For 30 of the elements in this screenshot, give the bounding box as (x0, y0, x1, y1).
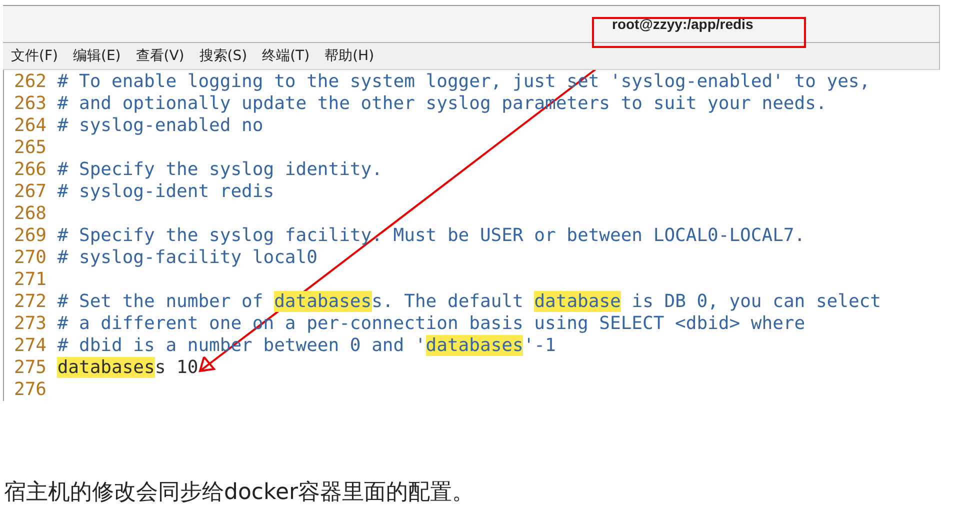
menu-item[interactable]: 编辑(E) (72, 47, 121, 65)
line-number: 268 (14, 203, 46, 225)
code-line: # syslog-enabled no (57, 115, 264, 137)
line-number: 267 (14, 181, 46, 203)
code-line: databasess 10 (57, 357, 198, 379)
line-number: 266 (14, 159, 46, 181)
line-number: 265 (14, 137, 46, 159)
line-number: 276 (14, 379, 46, 401)
code-line: # Specify the syslog facility. Must be USER or between LOCAL0-LOCAL7. (57, 225, 806, 247)
line-number: 262 (14, 71, 46, 93)
line-number: 273 (14, 313, 46, 335)
line-number: 275 (14, 357, 46, 379)
line-number: 263 (14, 93, 46, 115)
line-number: 271 (14, 269, 46, 291)
line-number: 264 (14, 115, 46, 137)
line-number: 269 (14, 225, 46, 247)
menu-item[interactable]: 终端(T) (262, 47, 310, 65)
line-number: 272 (14, 291, 46, 313)
menu-item[interactable]: 查看(V) (136, 47, 184, 65)
code-line: # Specify the syslog identity. (57, 159, 382, 181)
line-number: 270 (14, 247, 46, 269)
window-title: root@zzyy:/app/redis (612, 16, 754, 32)
caption-text: 宿主机的修改会同步给docker容器里面的配置。 (4, 479, 476, 507)
code-line: # syslog-facility local0 (57, 247, 318, 269)
line-number: 274 (14, 335, 46, 357)
menu-item[interactable]: 搜索(S) (199, 47, 248, 65)
menu-item[interactable]: 文件(F) (11, 47, 58, 65)
menu-item[interactable]: 帮助(H) (324, 47, 374, 65)
code-line: # syslog-ident redis (57, 181, 274, 203)
code-line: # Set the number of databasess. The default database is DB 0, you can select (57, 291, 881, 313)
